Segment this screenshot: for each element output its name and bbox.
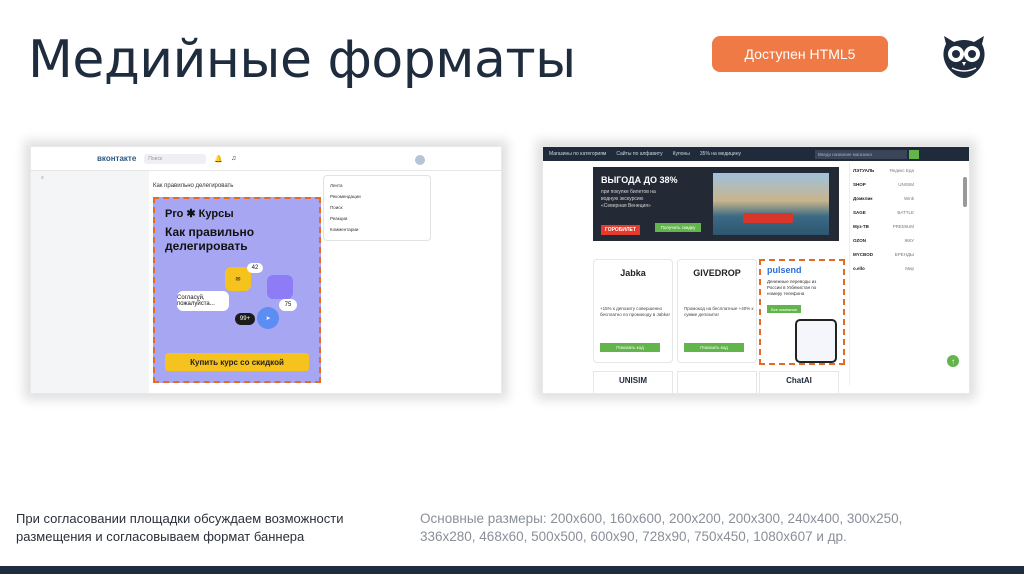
promo-card-logo: Jabka (620, 268, 646, 278)
promo-banner[interactable]: ВЫГОДА ДО 38% при покупке билетов на вод… (593, 167, 839, 241)
scrollbar[interactable] (963, 177, 967, 207)
promo-card-text: Промокод на бесплатные +40% к сумме депо… (684, 306, 754, 317)
promo-banner-logo: ГОРОБИЛЕТ (601, 225, 640, 235)
badge-75: 75 (279, 299, 297, 311)
promo-banner-sub: при покупке билетов на водную экскурсию … (601, 189, 656, 209)
promo-nav-item[interactable]: Сайты по алфавиту (616, 151, 662, 157)
vk-menu-item[interactable]: Рекомендации (330, 191, 424, 202)
promo-banner-photo (713, 173, 829, 235)
vk-menu: Лента Рекомендации Поиск Реакции Коммент… (323, 175, 431, 241)
sidebar-item[interactable]: о.ello Мир (850, 261, 917, 275)
vk-cta-button[interactable]: Купить курс со скидкой (165, 353, 309, 371)
promo-card-button[interactable]: Показать код (600, 343, 660, 352)
promo-nav-item[interactable]: Купоны (673, 151, 690, 157)
vk-sidebar: ≡ (31, 171, 149, 393)
note-right: Основные размеры: 200x600, 160x600, 200x… (420, 511, 903, 544)
pulsend-button[interactable]: Все компании (767, 305, 801, 313)
promo-card-button[interactable]: Показать код (684, 343, 744, 352)
chat-icon (267, 275, 293, 299)
phone-icon (795, 319, 837, 363)
scroll-up-icon[interactable]: ↑ (947, 355, 959, 367)
boat-image (743, 213, 793, 223)
vk-header: вконтакте Поиск 🔔 ♫ (31, 147, 501, 171)
vk-chat-bubble: Согласуй, пожалуйста... (177, 291, 229, 311)
bottom-bar (0, 566, 1024, 574)
sidebar-item[interactable]: SHOP UNISIM (850, 177, 917, 191)
promo-card-logo: GIVEDROP (693, 268, 741, 278)
promo-card-text: +15% к депозиту совершенно бесплатно по … (600, 306, 670, 317)
html5-badge: Доступен HTML5 (712, 36, 888, 72)
vk-ad-banner: Pro ✱ Курсы Как правильно делегировать ✉… (153, 197, 321, 383)
vk-headline: Как правильно делегировать (165, 225, 255, 253)
vk-post-footer (153, 383, 321, 393)
promo-banner-button[interactable]: Получить скидку (655, 223, 701, 232)
promo-search-button[interactable] (909, 150, 919, 159)
vk-menu-item[interactable]: Комментарии (330, 224, 424, 235)
vk-post-header: Как правильно делегировать (153, 183, 234, 189)
promo-card[interactable]: Jabka +15% к депозиту совершенно бесплат… (593, 259, 673, 363)
promo-nav-item[interactable]: Магазины по категориям (549, 151, 606, 157)
promo-card[interactable]: GIVEDROP Промокод на бесплатные +40% к с… (677, 259, 757, 363)
note-left: При согласовании площадки обсуждаем возм… (16, 511, 344, 544)
promo-bottom-card[interactable]: UNISIM (593, 371, 673, 393)
vk-screenshot: вконтакте Поиск 🔔 ♫ ≡ Как правильно деле… (30, 146, 502, 394)
avatar (415, 155, 425, 165)
promo-banner-title: ВЫГОДА ДО 38% (601, 175, 678, 185)
promo-bottom-card[interactable]: ChatAI (759, 371, 839, 393)
sidebar-item[interactable]: MYCBOD БРЕНДЫ (850, 247, 917, 261)
promo-sidebar: ЛЭТУАЛЬ Яндекс Еда SHOP UNISIM Домклик Wink… (849, 163, 917, 385)
pulsend-text: Денежные переводы из России в Узбекистан… (767, 279, 817, 296)
vk-brand: Pro ✱ Курсы (165, 208, 234, 220)
badge-99: 99+ (235, 313, 255, 325)
promo-screenshot: Магазины по категориям Сайты по алфавиту… (542, 146, 970, 394)
bell-icon: 🔔 (214, 155, 223, 163)
promo-search-input[interactable]: Введи название магазина (815, 150, 907, 159)
sidebar-item[interactable]: OZON ЖКУ (850, 233, 917, 247)
vk-menu-item[interactable]: Поиск (330, 202, 424, 213)
badge-42: 42 (247, 263, 263, 273)
sidebar-item[interactable]: SAGE BATTLE (850, 205, 917, 219)
sidebar-item[interactable]: ЛЭТУАЛЬ Яндекс Еда (850, 163, 917, 177)
sidebar-item[interactable]: Домклик Wink (850, 191, 917, 205)
sidebar-item[interactable]: Муз-ТВ PREMIUM (850, 219, 917, 233)
vk-menu-item[interactable]: Реакции (330, 213, 424, 224)
telegram-icon: ➤ (257, 307, 279, 329)
promo-nav-item[interactable]: 35% на медицину (700, 151, 741, 157)
vk-logo: вконтакте (97, 154, 137, 163)
owl-logo-icon (943, 36, 985, 78)
music-icon: ♫ (231, 155, 237, 162)
vk-menu-item[interactable]: Лента (330, 180, 424, 191)
vk-search-input: Поиск (144, 153, 207, 164)
pulsend-logo: pulsend (767, 265, 802, 275)
page-title: Медийные форматы (28, 30, 576, 90)
pulsend-ad[interactable]: pulsend Денежные переводы из России в Уз… (759, 259, 845, 365)
promo-bottom-card[interactable] (677, 371, 757, 393)
